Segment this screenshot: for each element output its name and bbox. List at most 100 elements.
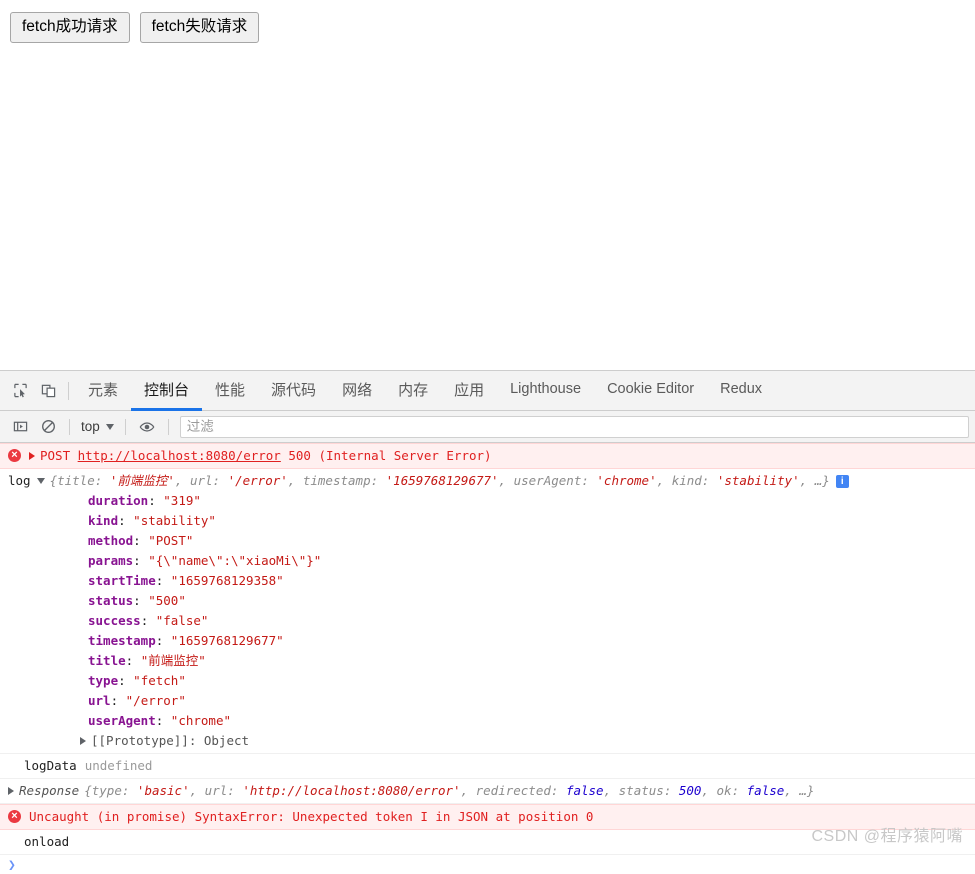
- response-key-type: type: [91, 783, 122, 798]
- prompt-chevron-icon: ❯: [8, 857, 16, 873]
- preview-value-timestamp: '1659768129677': [385, 473, 499, 488]
- property-row[interactable]: status: "500": [0, 591, 975, 611]
- property-row[interactable]: timestamp: "1659768129677": [0, 631, 975, 651]
- property-row[interactable]: userAgent: "chrome": [0, 711, 975, 731]
- property-key: duration: [88, 493, 149, 508]
- console-onload-entry[interactable]: onload: [0, 830, 975, 855]
- console-response-entry[interactable]: Response {type: 'basic', url: 'http://lo…: [0, 779, 975, 804]
- tab-cookie-editor[interactable]: Cookie Editor: [594, 371, 707, 411]
- console-toolbar-divider-1: [69, 418, 70, 435]
- property-row[interactable]: kind: "stability": [0, 511, 975, 531]
- console-message-list[interactable]: POST http://localhost:8080/error 500 (In…: [0, 443, 975, 874]
- request-status: 500: [288, 448, 311, 463]
- property-key: timestamp: [88, 633, 156, 648]
- expand-triangle-icon[interactable]: [8, 787, 14, 795]
- property-key: url: [88, 693, 111, 708]
- preview-value-url: '/error': [227, 473, 288, 488]
- prototype-row[interactable]: [[Prototype]]: Object: [0, 731, 975, 751]
- property-value: "chrome": [170, 713, 232, 728]
- preview-key-title: title: [57, 473, 95, 488]
- tab-redux[interactable]: Redux: [707, 371, 775, 411]
- device-toolbar-icon[interactable]: [34, 377, 62, 405]
- clear-console-icon[interactable]: [34, 413, 62, 441]
- property-row[interactable]: method: "POST": [0, 531, 975, 551]
- property-value: "POST": [148, 533, 194, 548]
- request-url-link[interactable]: http://localhost:8080/error: [78, 448, 281, 463]
- console-log-object-entry[interactable]: log {title: '前端监控', url: '/error', times…: [0, 469, 975, 754]
- error-icon: [8, 449, 21, 462]
- property-row[interactable]: duration: "319": [0, 491, 975, 511]
- property-row[interactable]: type: "fetch": [0, 671, 975, 691]
- console-context-label: top: [81, 419, 100, 434]
- prototype-label: [[Prototype]]: Object: [91, 733, 250, 748]
- console-error-network-request[interactable]: POST http://localhost:8080/error 500 (In…: [0, 443, 975, 469]
- property-key: title: [88, 653, 126, 668]
- response-value-url: 'http://localhost:8080/error': [242, 783, 461, 798]
- property-key: userAgent: [88, 713, 156, 728]
- property-value: "1659768129358": [170, 573, 284, 588]
- request-status-text: (Internal Server Error): [318, 448, 492, 463]
- expand-triangle-icon[interactable]: [29, 452, 35, 460]
- tab-lighthouse[interactable]: Lighthouse: [497, 371, 594, 411]
- tab-elements[interactable]: 元素: [75, 371, 131, 411]
- property-row[interactable]: startTime: "1659768129358": [0, 571, 975, 591]
- tab-application[interactable]: 应用: [441, 371, 497, 411]
- info-icon[interactable]: i: [835, 475, 849, 488]
- property-row[interactable]: title: "前端监控": [0, 651, 975, 671]
- response-value-ok: false: [746, 783, 785, 798]
- response-key-redirected: redirected: [475, 783, 551, 798]
- console-logdata-entry[interactable]: logData undefined: [0, 754, 975, 779]
- console-prompt[interactable]: ❯: [0, 855, 975, 874]
- property-row[interactable]: params: "{\"name\":\"xiaoMi\"}": [0, 551, 975, 571]
- log-object-properties: duration: "319" kind: "stability" method…: [0, 491, 975, 751]
- property-value: "/error": [125, 693, 186, 708]
- response-key-url: url: [204, 783, 228, 798]
- expand-triangle-icon[interactable]: [80, 737, 86, 745]
- property-row[interactable]: success: "false": [0, 611, 975, 631]
- preview-key-useragent: userAgent: [513, 473, 582, 488]
- property-key: params: [88, 553, 134, 568]
- preview-value-useragent: 'chrome': [596, 473, 657, 488]
- inspect-element-icon[interactable]: [6, 377, 34, 405]
- property-value: "前端监控": [140, 653, 206, 668]
- tab-performance[interactable]: 性能: [202, 371, 258, 411]
- console-filter-input[interactable]: [179, 415, 969, 438]
- button-row: fetch成功请求 fetch失败请求: [10, 12, 965, 44]
- property-row[interactable]: url: "/error": [0, 691, 975, 711]
- tab-sources[interactable]: 源代码: [258, 371, 329, 411]
- console-context-selector[interactable]: top: [77, 419, 118, 434]
- console-sidebar-toggle-icon[interactable]: [6, 413, 34, 441]
- chevron-down-icon: [105, 423, 114, 430]
- response-key-status: status: [618, 783, 664, 798]
- live-expression-eye-icon[interactable]: [133, 413, 161, 441]
- toolbar-divider: [68, 381, 69, 400]
- property-value: "fetch": [133, 673, 186, 688]
- onload-label: onload: [24, 834, 70, 849]
- property-key: success: [88, 613, 141, 628]
- fetch-fail-button[interactable]: fetch失败请求: [139, 12, 260, 44]
- tab-network[interactable]: 网络: [329, 371, 385, 411]
- log-object-header[interactable]: log {title: '前端监控', url: '/error', times…: [0, 471, 975, 491]
- property-value: "{\"name\":\"xiaoMi\"}": [148, 553, 322, 568]
- response-label: Response: [19, 783, 80, 798]
- log-label: log: [8, 473, 31, 488]
- preview-value-title: '前端监控': [109, 473, 175, 488]
- preview-key-timestamp: timestamp: [302, 473, 371, 488]
- console-toolbar: top: [0, 411, 975, 443]
- preview-key-url: url: [189, 473, 213, 488]
- web-page-viewport: fetch成功请求 fetch失败请求: [0, 0, 975, 370]
- console-uncaught-error[interactable]: Uncaught (in promise) SyntaxError: Unexp…: [0, 804, 975, 830]
- error-icon: [8, 810, 21, 823]
- fetch-success-button[interactable]: fetch成功请求: [10, 12, 130, 44]
- tab-console[interactable]: 控制台: [131, 371, 203, 411]
- tab-memory[interactable]: 内存: [385, 371, 441, 411]
- error-request-text: POST http://localhost:8080/error 500 (In…: [40, 446, 492, 466]
- logdata-label: logData: [24, 758, 77, 773]
- collapse-triangle-icon[interactable]: [36, 478, 45, 484]
- property-key: status: [88, 593, 134, 608]
- uncaught-error-text: Uncaught (in promise) SyntaxError: Unexp…: [29, 809, 594, 824]
- response-key-ok: ok: [716, 783, 732, 798]
- property-value: "500": [148, 593, 186, 608]
- devtools-tabbar: 元素 控制台 性能 源代码 网络 内存 应用 Lighthouse Cookie…: [0, 371, 975, 411]
- response-ellipsis: …}: [799, 783, 815, 798]
